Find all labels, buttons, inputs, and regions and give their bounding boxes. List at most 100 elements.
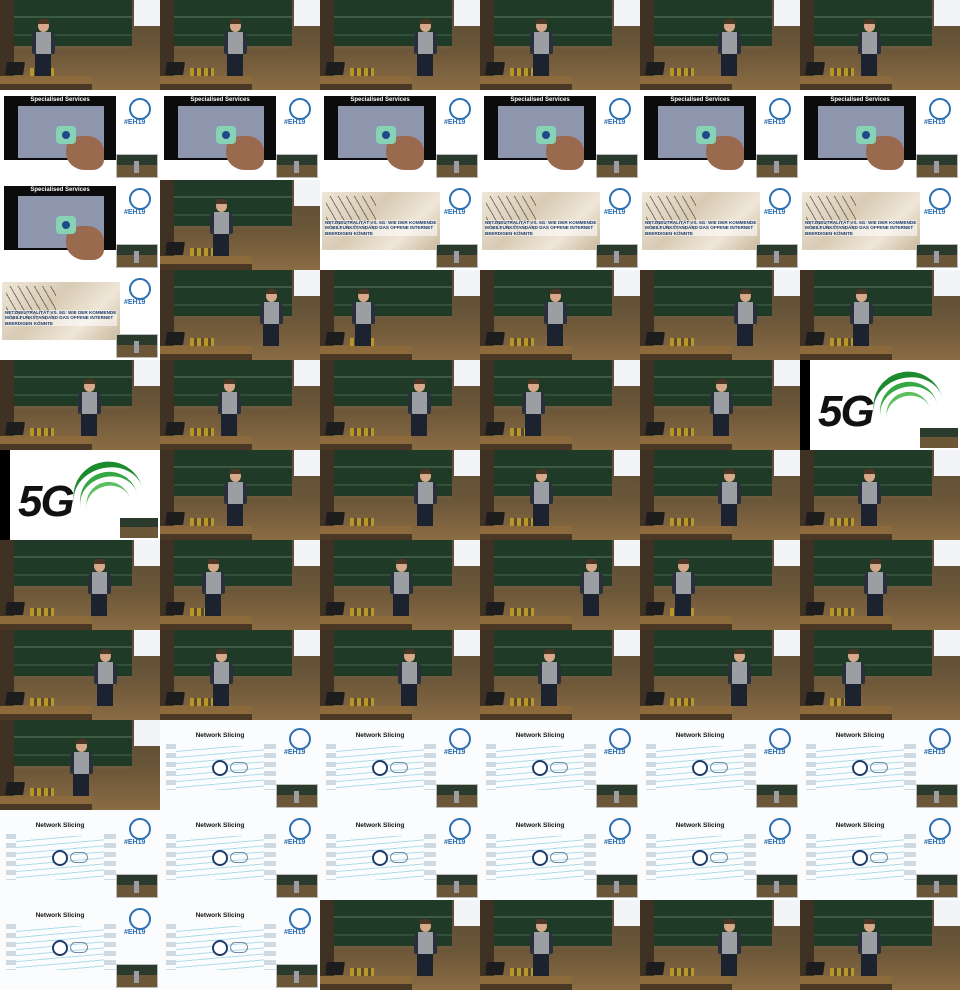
window [134, 360, 160, 386]
laptop [325, 602, 345, 615]
endpoint-icons [264, 834, 276, 880]
camera-inset [116, 334, 158, 358]
speaker [200, 559, 226, 616]
slide-photo [818, 106, 904, 170]
desk [320, 526, 412, 540]
slide-frame-network-slicing: Network Slicing #EH19 [160, 720, 320, 810]
speaker [726, 649, 752, 706]
cloud-icon [70, 942, 88, 953]
desk-equipment [30, 698, 54, 706]
network-hub-icon [852, 760, 868, 776]
event-logo-icon: #EH19 [604, 726, 632, 756]
chalkboard [494, 360, 612, 409]
lecture-frame [800, 900, 960, 990]
desk [800, 976, 892, 990]
speaker [856, 469, 882, 526]
laptop [645, 962, 665, 975]
desk-equipment [510, 608, 534, 616]
desk-equipment [670, 698, 694, 706]
laptop [325, 962, 345, 975]
laptop [325, 692, 345, 705]
laptop [5, 692, 25, 705]
window [294, 630, 320, 656]
event-logo-icon: #EH19 [444, 186, 472, 216]
desk [800, 706, 892, 720]
slide-title: Network Slicing [35, 822, 85, 829]
window [934, 540, 960, 566]
hashtag: #EH19 [444, 839, 466, 846]
laptop [325, 62, 345, 75]
laptop [645, 62, 665, 75]
chalkboard [14, 540, 132, 589]
hashtag: #EH19 [284, 839, 306, 846]
camera-inset [756, 154, 798, 178]
speaker [856, 919, 882, 976]
desk [480, 526, 572, 540]
slide-title: Network Slicing [195, 822, 245, 829]
slide-title: Network Slicing [355, 732, 405, 739]
speaker [412, 469, 438, 526]
speaker [406, 379, 432, 436]
5g-logo-text: 5G [18, 477, 75, 526]
hashtag: #EH19 [284, 929, 306, 936]
slide-title: Network Slicing [835, 822, 885, 829]
lecture-frame [480, 270, 640, 360]
laptop [165, 602, 185, 615]
camera-inset [756, 244, 798, 268]
desk [800, 346, 892, 360]
chalkboard [654, 900, 772, 949]
hashtag: #EH19 [604, 119, 626, 126]
endpoint-icons [744, 744, 756, 790]
event-logo-icon: #EH19 [284, 726, 312, 756]
lecture-frame [320, 270, 480, 360]
camera-inset [916, 874, 958, 898]
hashtag: #EH19 [924, 119, 946, 126]
lecture-frame [160, 450, 320, 540]
window [614, 630, 640, 656]
device-icons [806, 834, 816, 880]
window [614, 900, 640, 926]
event-logo-icon: #EH19 [764, 186, 792, 216]
laptop [485, 602, 505, 615]
hashtag: #EH19 [764, 749, 786, 756]
camera-inset [916, 154, 958, 178]
lecture-frame [320, 900, 480, 990]
laptop [5, 62, 25, 75]
window [294, 270, 320, 296]
window [614, 270, 640, 296]
lecture-frame [0, 360, 160, 450]
network-hub-icon [372, 760, 388, 776]
endpoint-icons [904, 744, 916, 790]
cloud-icon [550, 762, 568, 773]
lecture-frame [480, 900, 640, 990]
slide-title: Specialised Services [30, 187, 90, 193]
hashtag: #EH19 [284, 119, 306, 126]
laptop [485, 62, 505, 75]
hashtag: #EH19 [284, 749, 306, 756]
network-hub-icon [212, 850, 228, 866]
window [934, 900, 960, 926]
window [934, 0, 960, 26]
laptop [5, 602, 25, 615]
speaker [86, 559, 112, 616]
speaker [716, 469, 742, 526]
slide-title: Network Slicing [515, 822, 565, 829]
device-icons [166, 924, 176, 970]
camera-inset [116, 154, 158, 178]
speaker [670, 559, 696, 616]
cloud-icon [230, 942, 248, 953]
window [454, 450, 480, 476]
lecture-frame [800, 540, 960, 630]
slide-title: NETZNEUTRALITÄT VS. 5G: WIE DER KOMMENDE… [5, 310, 117, 327]
window [134, 720, 160, 746]
window [774, 900, 800, 926]
window [454, 0, 480, 26]
desk [640, 76, 732, 90]
event-logo-icon: #EH19 [284, 906, 312, 936]
network-hub-icon [852, 850, 868, 866]
speaker [208, 199, 234, 256]
slide-frame-specialised-services: Specialised Services #EH19 [0, 90, 160, 180]
desk [640, 436, 732, 450]
slide-title: Network Slicing [675, 822, 725, 829]
desk-equipment [350, 428, 374, 436]
